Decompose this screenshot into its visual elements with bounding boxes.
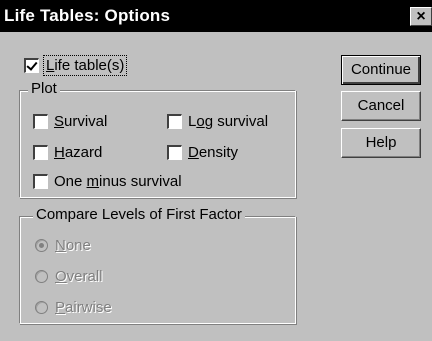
plot-group-legend: Plot [28,80,60,97]
close-icon: × [416,8,426,25]
overall-label: Overall [55,267,103,285]
help-button[interactable]: Help [341,128,421,158]
overall-option[interactable]: Overall [35,266,103,286]
dialog-title: Life Tables: Options [4,6,171,25]
none-label: None [55,236,91,254]
density-label: Density [188,143,239,161]
survival-checkbox[interactable] [33,113,48,129]
one-minus-survival-label: One minus survival [54,172,182,190]
log-survival-label: Log survival [188,112,269,130]
density-checkbox[interactable] [167,144,182,160]
survival-label: Survival [54,112,108,130]
life-tables-option[interactable]: Life table(s) [24,54,128,76]
one-minus-survival-checkbox[interactable] [33,173,48,189]
survival-option[interactable]: Survival [33,111,107,131]
density-option[interactable]: Density [167,142,238,162]
hazard-label: Hazard [54,143,103,161]
pairwise-option[interactable]: Pairwise [35,297,112,317]
hazard-checkbox[interactable] [33,144,48,160]
one-minus-survival-option[interactable]: One minus survival [33,171,182,191]
pairwise-label: Pairwise [55,298,112,316]
log-survival-checkbox[interactable] [167,113,182,129]
compare-levels-legend: Compare Levels of First Factor [33,206,245,223]
close-button[interactable]: × [410,7,432,26]
hazard-option[interactable]: Hazard [33,142,102,162]
life-tables-label: Life table(s) [42,54,128,76]
title-bar[interactable]: Life Tables: Options × [0,0,432,32]
life-tables-checkbox[interactable] [24,57,39,73]
none-option[interactable]: None [35,235,91,255]
cancel-button[interactable]: Cancel [341,91,421,121]
pairwise-radio[interactable] [35,300,48,314]
continue-button[interactable]: Continue [341,55,421,85]
log-survival-option[interactable]: Log survival [167,111,268,131]
dialog-window: Life Tables: Options × Life table(s) Plo… [0,0,432,341]
none-radio[interactable] [35,238,48,252]
overall-radio[interactable] [35,269,48,283]
